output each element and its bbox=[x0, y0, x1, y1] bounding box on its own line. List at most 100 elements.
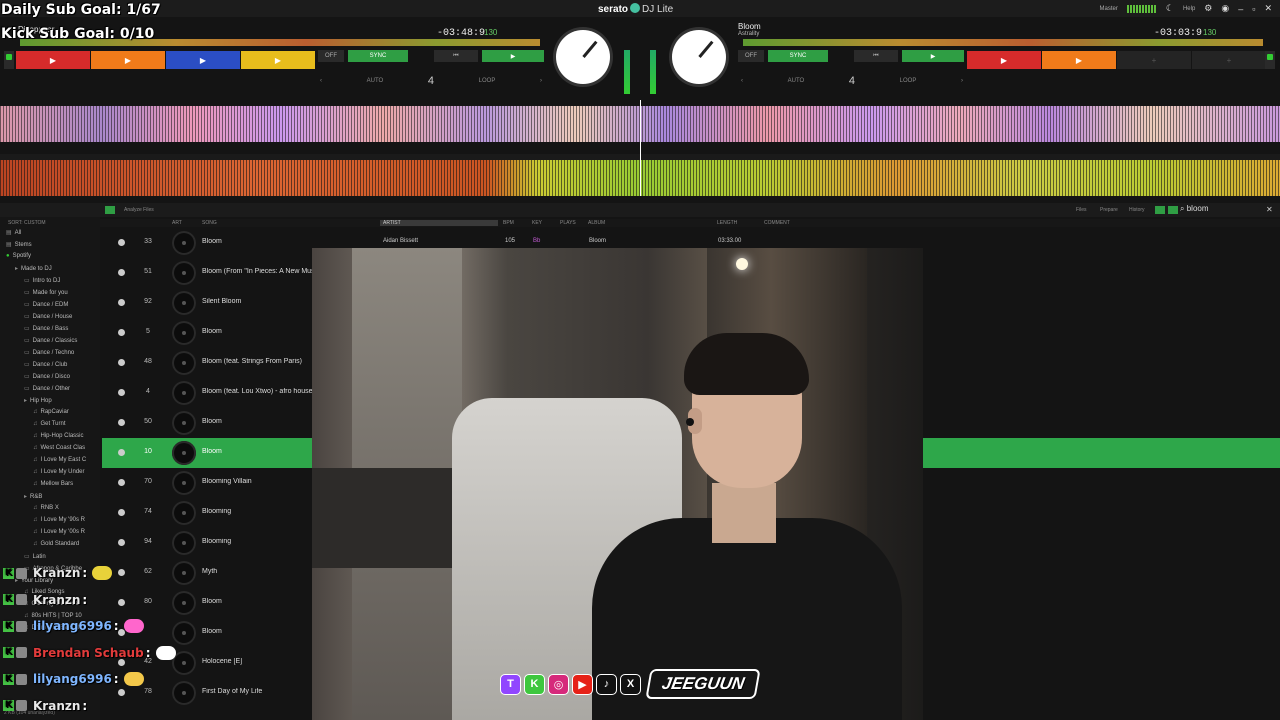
search-input[interactable]: ⌕ bloom bbox=[1180, 204, 1266, 216]
filter-toggle[interactable] bbox=[1155, 206, 1165, 214]
deck-a-hotcue-2[interactable]: ▶ bbox=[91, 51, 165, 69]
album-art bbox=[172, 351, 196, 375]
chat-message: K Kranzn : bbox=[3, 593, 87, 607]
sidebar-item[interactable]: ▭ Dance / Classics bbox=[24, 337, 77, 344]
deck-b-overview-waveform[interactable] bbox=[743, 39, 1263, 46]
deck-a-sync-off-button[interactable]: OFF bbox=[318, 50, 344, 62]
deck-a-auto-loop[interactable]: AUTO bbox=[367, 78, 384, 84]
deck-b-loop-prev-icon[interactable]: ‹ bbox=[741, 78, 743, 84]
col-art[interactable]: ART bbox=[172, 220, 182, 226]
youtube-icon: ▶ bbox=[572, 673, 593, 695]
sidebar-item[interactable]: ♫ I Love My East C bbox=[33, 457, 86, 463]
files-button[interactable]: Files bbox=[1076, 207, 1087, 213]
sidebar-item[interactable]: ● Spotify bbox=[6, 253, 31, 259]
deck-a-loop-prev-icon[interactable]: ‹ bbox=[320, 78, 322, 84]
col-comment[interactable]: COMMENT bbox=[764, 220, 790, 226]
crate-icon: ▭ bbox=[24, 554, 30, 560]
sidebar-item[interactable]: ▭ Dance / Techno bbox=[24, 349, 74, 356]
deck-b-cue-mode-button[interactable] bbox=[1265, 51, 1275, 69]
deck-a-loop-button[interactable]: LOOP bbox=[479, 78, 496, 84]
col-plays[interactable]: PLAYS bbox=[560, 220, 576, 226]
col-bpm[interactable]: BPM bbox=[503, 220, 514, 226]
track-status-icon bbox=[118, 509, 125, 516]
deck-b-hotcue-2[interactable]: ▶ bbox=[1042, 51, 1116, 69]
moon-icon[interactable]: ☾ bbox=[1166, 3, 1174, 14]
sidebar-item[interactable]: ▭ Dance / Other bbox=[24, 385, 70, 392]
all-toggle[interactable] bbox=[1168, 206, 1178, 214]
col-song[interactable]: SONG bbox=[202, 220, 217, 226]
deck-b-sync-button[interactable]: SYNC bbox=[768, 50, 828, 62]
chat-username: Kranzn bbox=[33, 698, 81, 713]
maximize-icon[interactable]: ▫ bbox=[1252, 4, 1255, 14]
settings-gear-icon[interactable]: ⚙ bbox=[1204, 3, 1212, 14]
library-toolbar: Analyze Files Files Prepare History ✕ bbox=[0, 203, 1280, 217]
cam-sofa bbox=[312, 468, 472, 568]
deck-a-loop-controls: ‹ AUTO 4 LOOP › bbox=[320, 74, 542, 88]
sidebar-item[interactable]: ▭ Dance / Bass bbox=[24, 325, 68, 332]
sidebar-item[interactable]: ♫ Mellow Bars bbox=[33, 481, 73, 487]
deck-b-cue-button[interactable]: ⏮ bbox=[854, 50, 898, 62]
deck-b-loop-button[interactable]: LOOP bbox=[900, 78, 917, 84]
deck-b-loop-next-icon[interactable]: › bbox=[961, 78, 963, 84]
deck-a-loop-size[interactable]: 4 bbox=[428, 75, 434, 87]
deck-a-hotcue-1[interactable]: ▶ bbox=[16, 51, 90, 69]
sidebar-item[interactable]: ♫ RNB X bbox=[33, 505, 59, 511]
col-album[interactable]: ALBUM bbox=[588, 220, 605, 226]
history-button[interactable]: History bbox=[1129, 207, 1145, 213]
deck-b-sync-off-button[interactable]: OFF bbox=[738, 50, 764, 62]
sidebar-item[interactable]: ♫ West Coast Clas bbox=[33, 445, 85, 451]
track-status-icon bbox=[118, 419, 125, 426]
deck-a-cue-mode-button[interactable] bbox=[4, 51, 14, 69]
window-controls: Master ☾ Help ⚙ ◉ – ▫ ✕ bbox=[1100, 3, 1272, 14]
close-icon[interactable]: ✕ bbox=[1264, 3, 1272, 14]
track-number: 10 bbox=[144, 448, 152, 455]
sidebar-item[interactable]: ▭ Intro to DJ bbox=[24, 277, 60, 284]
sidebar-item[interactable]: ▭ Made for you bbox=[24, 289, 68, 296]
col-length[interactable]: LENGTH bbox=[717, 220, 737, 226]
sidebar-item[interactable]: ▸ R&B bbox=[24, 493, 42, 500]
col-key[interactable]: KEY bbox=[532, 220, 542, 226]
sidebar-item[interactable]: ▭ Dance / Disco bbox=[24, 373, 70, 380]
track-song: Bloom bbox=[202, 328, 222, 335]
sidebar-item[interactable]: ▤ Stems bbox=[6, 241, 32, 248]
col-artist[interactable]: ARTIST bbox=[380, 220, 498, 226]
deck-b-auto-loop[interactable]: AUTO bbox=[788, 78, 805, 84]
sidebar-item[interactable]: ▸ Hip Hop bbox=[24, 397, 52, 404]
deck-a-sync-button[interactable]: SYNC bbox=[348, 50, 408, 62]
clear-search-icon[interactable]: ✕ bbox=[1266, 205, 1273, 214]
sidebar-item[interactable]: ♫ RapCaviar bbox=[33, 409, 69, 415]
sidebar-item[interactable]: ▸ Made to DJ bbox=[15, 265, 52, 272]
deck-b-hotcue-4[interactable]: + bbox=[1192, 51, 1266, 69]
sidebar-item[interactable]: ♫ Get Turnt bbox=[33, 421, 66, 427]
analyze-files-button[interactable]: Analyze Files bbox=[124, 207, 154, 213]
library-view-icon[interactable] bbox=[105, 206, 115, 214]
deck-a-platter[interactable] bbox=[556, 30, 610, 84]
deck-b-hotcue-3[interactable]: + bbox=[1117, 51, 1191, 69]
deck-a-cue-button[interactable]: ⏮ bbox=[434, 50, 478, 62]
deck-a-loop-next-icon[interactable]: › bbox=[540, 78, 542, 84]
minimize-icon[interactable]: – bbox=[1238, 4, 1243, 14]
deck-b-hotcue-1[interactable]: ▶ bbox=[967, 51, 1041, 69]
sidebar-item[interactable]: ▭ Dance / EDM bbox=[24, 301, 68, 308]
sidebar-item[interactable]: ♫ I Love My '90s R bbox=[33, 517, 85, 523]
deck-b-platter[interactable] bbox=[672, 30, 726, 84]
prepare-button[interactable]: Prepare bbox=[1100, 207, 1118, 213]
sidebar-item[interactable]: ♫ I Love My Under bbox=[33, 469, 85, 475]
crate-icon: ▭ bbox=[24, 326, 30, 332]
user-icon[interactable]: ◉ bbox=[1221, 3, 1229, 14]
help-menu[interactable]: Help bbox=[1183, 6, 1195, 12]
sidebar-item[interactable]: ▭ Latin bbox=[24, 553, 46, 560]
deck-b-loop-size[interactable]: 4 bbox=[849, 75, 855, 87]
sidebar-item[interactable]: ♫ Gold Standard bbox=[33, 541, 79, 547]
sidebar-item[interactable]: ▭ Dance / House bbox=[24, 313, 72, 320]
sidebar-item[interactable]: ▭ Dance / Club bbox=[24, 361, 67, 368]
sidebar-item[interactable]: ♫ Hip-Hop Classic bbox=[33, 433, 84, 439]
deck-a-hotcue-4[interactable]: ▶ bbox=[241, 51, 315, 69]
deck-a-play-button[interactable]: ▶ bbox=[482, 50, 544, 62]
sidebar-item[interactable]: ▤ All bbox=[6, 229, 21, 236]
deck-a-hotcue-3[interactable]: ▶ bbox=[166, 51, 240, 69]
sidebar-item[interactable]: ♫ I Love My '00s R bbox=[33, 529, 85, 535]
deck-b-play-button[interactable]: ▶ bbox=[902, 50, 964, 62]
row-1-bpm: 105 bbox=[505, 238, 516, 244]
track-song: Bloom (feat. Strings From Paris) bbox=[202, 358, 302, 365]
